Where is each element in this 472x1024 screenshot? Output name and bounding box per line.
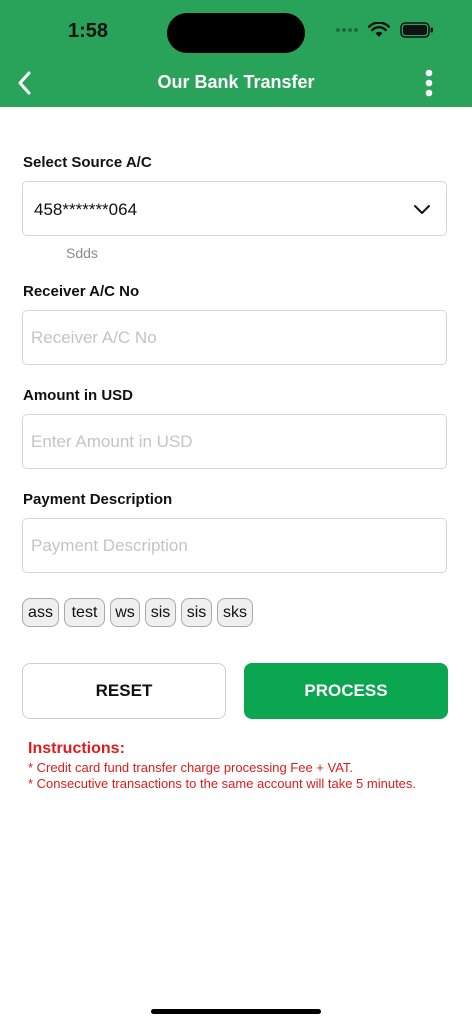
receiver-account-field [22, 310, 447, 365]
home-indicator [151, 1009, 321, 1014]
quick-description-chips: ass test ws sis sis sks [22, 598, 253, 627]
process-button[interactable]: PROCESS [244, 663, 448, 719]
instruction-line: * Consecutive transactions to the same a… [28, 776, 417, 791]
description-label: Payment Description [23, 491, 173, 508]
amount-label: Amount in USD [23, 387, 133, 404]
signal-icon [336, 28, 358, 32]
chip[interactable]: test [64, 598, 105, 627]
source-account-name: Sdds [66, 245, 98, 261]
chip[interactable]: ass [22, 598, 59, 627]
description-field [22, 518, 447, 573]
source-account-select[interactable]: 458*******064 [22, 181, 447, 236]
battery-icon [400, 22, 433, 38]
app-header: 1:58 Our Bank Transfer [0, 0, 472, 107]
status-time: 1:58 [68, 20, 109, 42]
reset-button[interactable]: RESET [22, 663, 226, 719]
chip[interactable]: sis [145, 598, 176, 627]
amount-input[interactable] [23, 415, 446, 468]
status-icons [336, 22, 434, 38]
instruction-line: * Credit card fund transfer charge proce… [28, 760, 354, 775]
source-account-value: 458*******064 [34, 200, 138, 219]
chevron-down-icon [414, 205, 430, 214]
chip[interactable]: ws [110, 598, 140, 627]
description-input[interactable] [23, 519, 446, 572]
instructions-title: Instructions: [28, 740, 125, 757]
chip[interactable]: sks [217, 598, 253, 627]
instructions: Instructions: * Credit card fund transfe… [28, 740, 448, 792]
receiver-account-input[interactable] [23, 311, 446, 364]
receiver-account-label: Receiver A/C No [23, 283, 140, 300]
amount-field [22, 414, 447, 469]
dynamic-island [167, 13, 305, 53]
more-vertical-icon [425, 69, 433, 97]
chip[interactable]: sis [181, 598, 212, 627]
wifi-icon [368, 22, 390, 37]
page-title: Our Bank Transfer [157, 72, 315, 92]
more-options-button[interactable] [416, 68, 442, 98]
source-account-label: Select Source A/C [23, 154, 152, 171]
